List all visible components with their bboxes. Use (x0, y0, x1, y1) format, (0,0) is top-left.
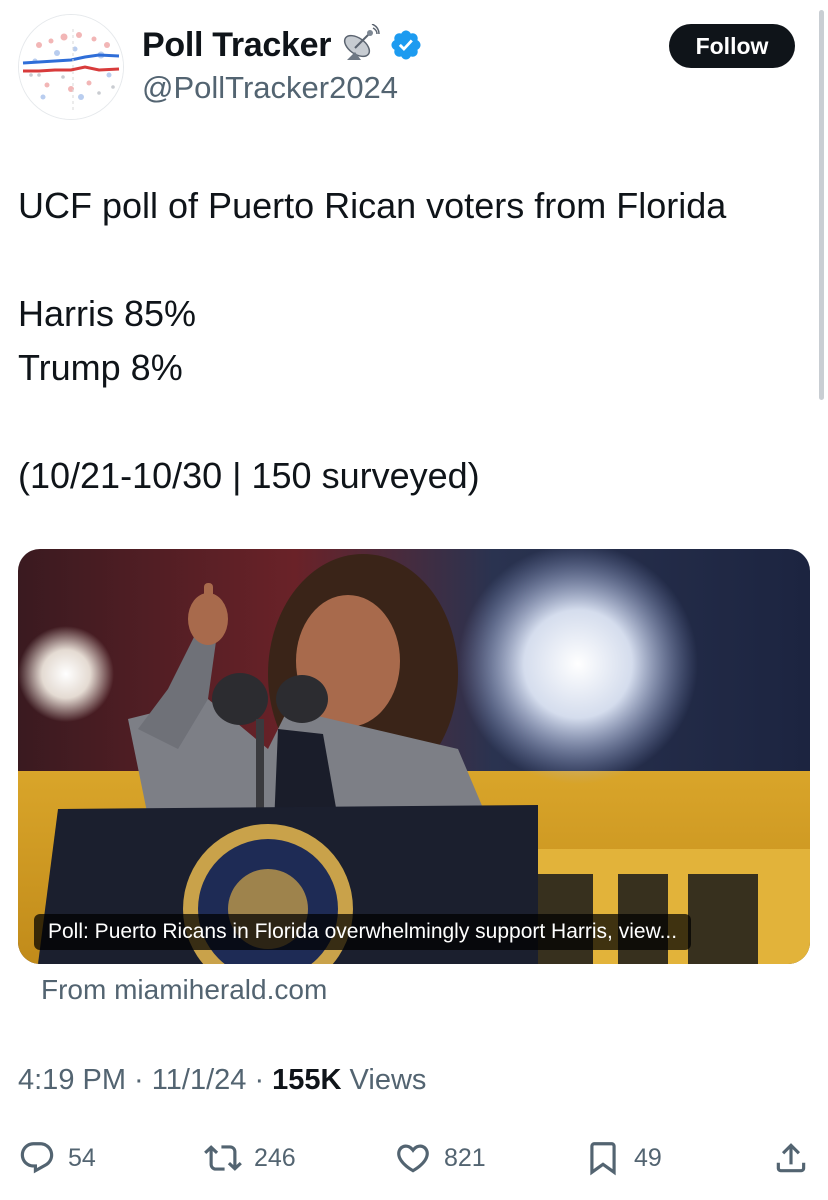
link-card[interactable]: Poll: Puerto Ricans in Florida overwhelm… (18, 549, 810, 964)
tweet-time[interactable]: 4:19 PM (18, 1064, 126, 1096)
poll-chart-avatar-icon (19, 15, 123, 119)
user-handle[interactable]: @PollTracker2024 (142, 70, 398, 106)
meta-separator: · (246, 1064, 273, 1096)
repost-count: 246 (254, 1143, 296, 1172)
share-icon (776, 1143, 806, 1173)
repost-button[interactable]: 246 (204, 1136, 296, 1180)
like-count: 821 (444, 1143, 486, 1172)
satellite-dish-icon (339, 23, 381, 66)
display-name-row[interactable]: Poll Tracker (142, 22, 423, 68)
tweet-page: Poll Tracker @PollTracker2024 Follow UCF… (0, 0, 828, 1200)
tweet-date[interactable]: 11/1/24 (152, 1064, 247, 1096)
tweet-text-line-4: (10/21-10/30 | 150 surveyed) (18, 455, 480, 496)
bookmark-count: 49 (634, 1143, 662, 1172)
display-name[interactable]: Poll Tracker (142, 26, 331, 65)
share-button[interactable] (772, 1136, 810, 1180)
heart-icon (397, 1144, 429, 1173)
repost-icon (204, 1145, 242, 1171)
bookmark-icon (590, 1142, 616, 1176)
verified-badge-icon[interactable] (389, 28, 423, 62)
bookmark-button[interactable]: 49 (584, 1136, 662, 1180)
reply-count: 54 (68, 1143, 96, 1172)
tweet-text-line-2: Harris 85% (18, 293, 197, 334)
tweet-text-line-3: Trump 8% (18, 347, 183, 388)
card-headline[interactable]: Poll: Puerto Ricans in Florida overwhelm… (34, 914, 692, 950)
meta-separator: · (126, 1064, 152, 1096)
tweet-text-line-1: UCF poll of Puerto Rican voters from Flo… (18, 185, 727, 226)
like-button[interactable]: 821 (394, 1136, 486, 1180)
card-image (18, 549, 810, 964)
reply-icon (20, 1142, 54, 1174)
views-count: 155K (272, 1064, 342, 1096)
follow-button[interactable]: Follow (669, 24, 795, 68)
scrollbar[interactable] (819, 10, 824, 400)
tweet-meta: 4:19 PM · 11/1/24 · 155K Views (18, 1064, 426, 1097)
card-source-link[interactable]: From miamiherald.com (41, 974, 327, 1006)
avatar[interactable] (18, 14, 124, 120)
reply-button[interactable]: 54 (18, 1136, 96, 1180)
views-label: Views (341, 1064, 427, 1096)
